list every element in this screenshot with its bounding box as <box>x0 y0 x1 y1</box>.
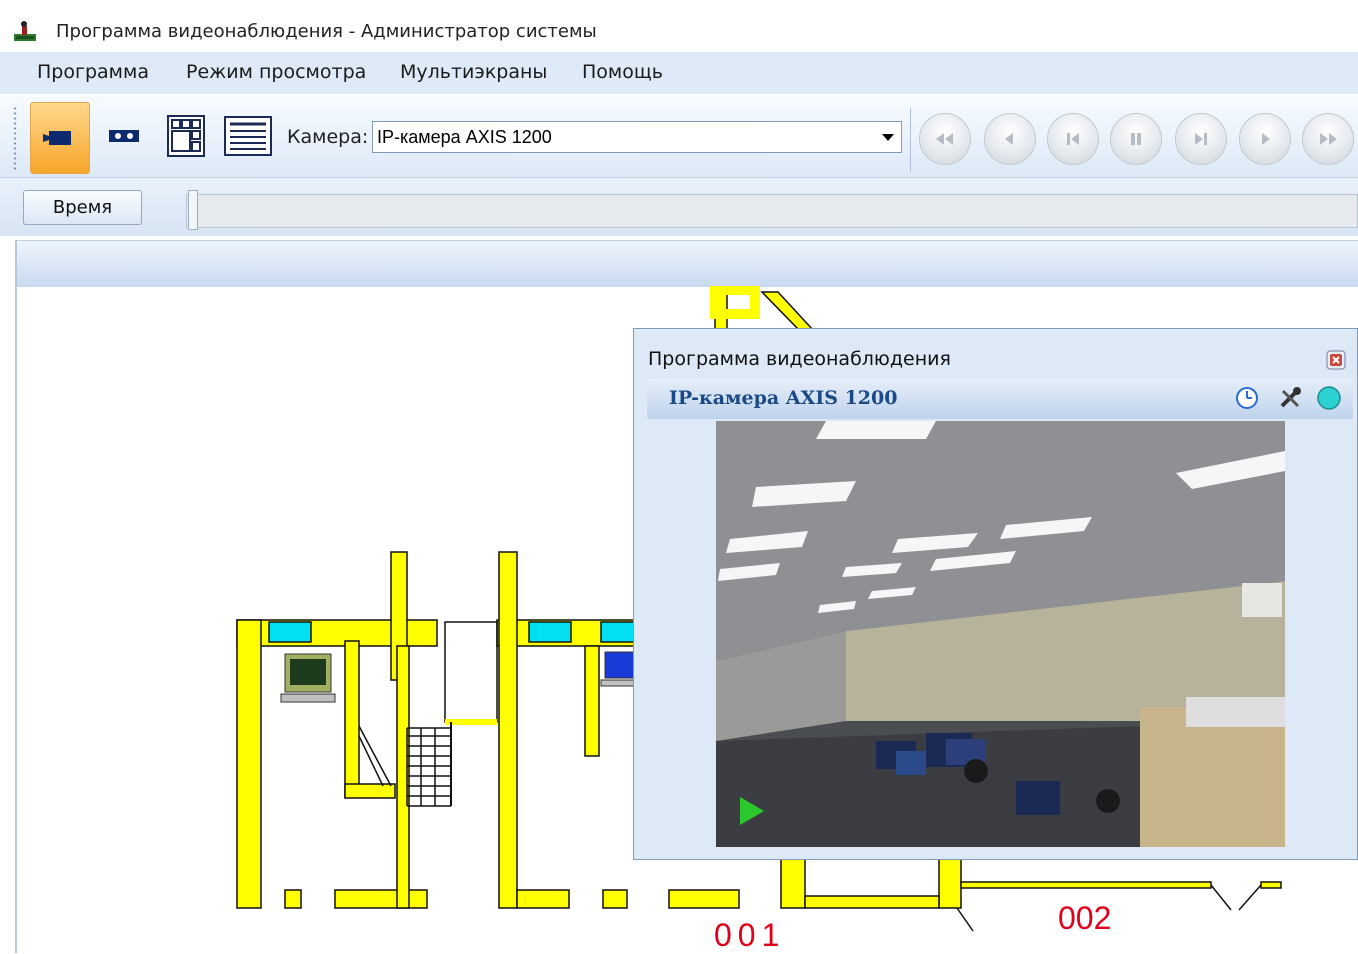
camera-select-value: IP-камера AXIS 1200 <box>377 127 552 147</box>
menu-multiscreens[interactable]: Мультиэкраны <box>400 61 547 83</box>
list-icon <box>224 116 272 156</box>
window-title: Программа видеонаблюдения - Администрато… <box>56 21 597 42</box>
list-view-button[interactable] <box>218 102 278 170</box>
playback-button[interactable] <box>94 102 154 170</box>
step-back-icon <box>1005 133 1013 145</box>
menu-view-mode[interactable]: Режим просмотра <box>186 61 366 83</box>
time-button[interactable]: Время <box>23 190 142 225</box>
zone-label-002: 002 <box>1058 900 1112 936</box>
menu-help[interactable]: Помощь <box>582 61 663 83</box>
go-end-icon <box>1195 133 1207 145</box>
live-camera-icon <box>43 131 71 145</box>
go-start-icon <box>1067 133 1079 145</box>
close-icon[interactable] <box>1326 350 1346 370</box>
go-start-button[interactable] <box>1047 113 1099 165</box>
playback-icon <box>109 130 139 142</box>
fast-forward-button[interactable] <box>1302 113 1354 165</box>
clock-icon[interactable] <box>1234 385 1260 411</box>
toolbar-grip[interactable] <box>12 106 18 172</box>
fast-forward-icon <box>1320 133 1337 145</box>
map-panel-header <box>17 240 1358 287</box>
zone-label-001: 001 <box>714 917 786 953</box>
status-dot-icon <box>1317 386 1341 410</box>
timeline-slider-thumb[interactable] <box>188 190 198 230</box>
app-icon <box>14 21 36 41</box>
step-back-button[interactable] <box>984 113 1036 165</box>
camera-window-title: Программа видеонаблюдения <box>648 348 951 370</box>
rewind-button[interactable] <box>919 113 971 165</box>
camera-select[interactable]: IP-камера AXIS 1200 <box>372 121 902 153</box>
camera-label: Камера: <box>287 126 369 148</box>
tools-icon[interactable] <box>1277 385 1303 411</box>
multiscreen-button[interactable] <box>156 102 216 170</box>
play-button[interactable] <box>1239 113 1291 165</box>
pause-button[interactable] <box>1110 113 1162 165</box>
computer-icon <box>280 653 336 703</box>
go-end-button[interactable] <box>1175 113 1227 165</box>
multiscreen-icon <box>167 115 205 157</box>
toolbar-separator <box>910 108 911 172</box>
play-icon <box>1262 133 1270 145</box>
rewind-icon <box>936 133 953 145</box>
camera-video-feed[interactable] <box>716 421 1285 847</box>
live-camera-button[interactable] <box>30 102 90 174</box>
pause-icon <box>1131 133 1141 145</box>
timeline-slider[interactable] <box>186 194 1358 228</box>
camera-panel-name: IP-камера AXIS 1200 <box>669 387 898 409</box>
computer-icon <box>600 651 638 687</box>
menu-program[interactable]: Программа <box>37 61 149 83</box>
chevron-down-icon <box>882 134 894 141</box>
